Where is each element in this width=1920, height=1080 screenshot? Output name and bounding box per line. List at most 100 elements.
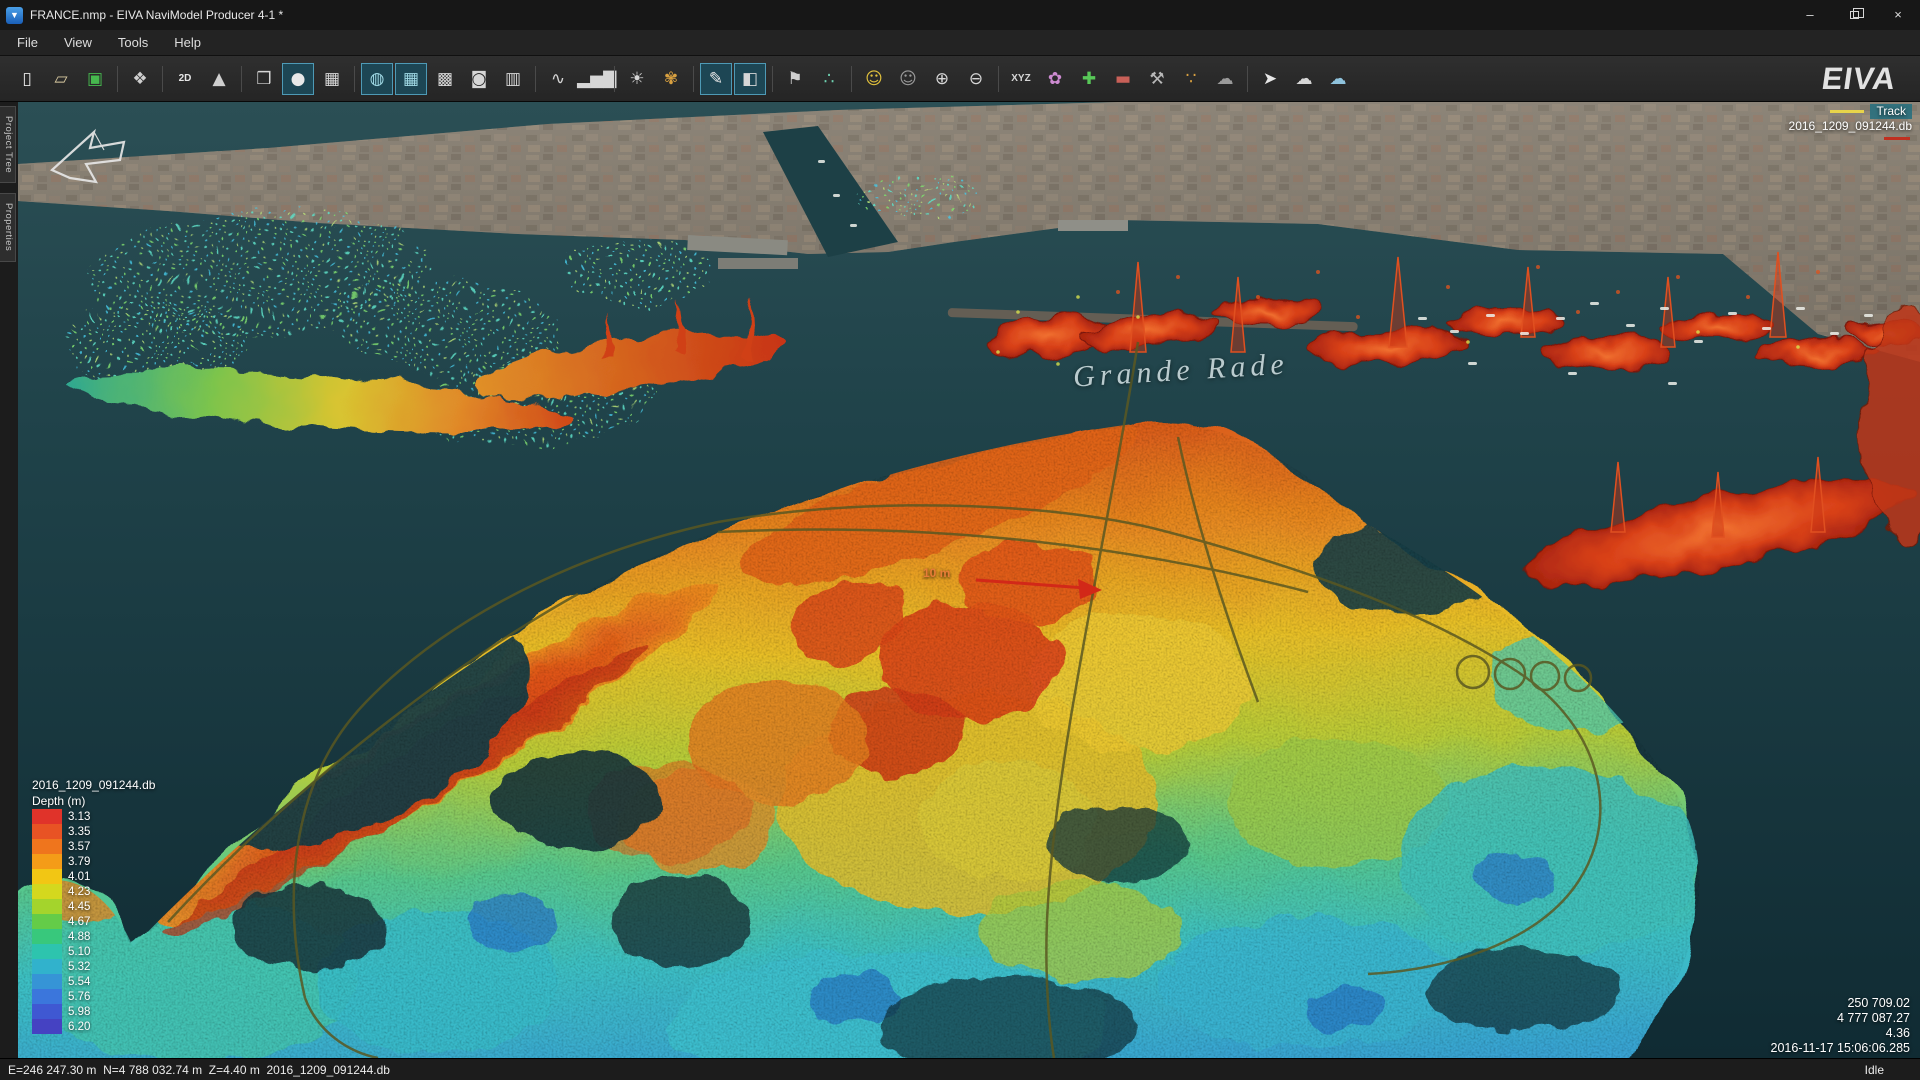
toolbar-separator [354,66,355,92]
minimize-button[interactable]: – [1788,0,1832,30]
legend-swatch [32,1004,62,1019]
restore-icon [1850,11,1859,19]
legend-rows: 3.133.353.573.794.014.234.454.674.885.10… [32,809,155,1034]
legend-value: 4.45 [62,899,90,915]
screenshot-camera-button[interactable]: ◙ [463,63,495,95]
edit-surface-button[interactable]: ✎ [700,63,732,95]
toolbar-separator [998,66,999,92]
illumination-sun-button[interactable]: ☀ [621,63,653,95]
add-data-button[interactable]: ✚ [1073,63,1105,95]
toolbar-separator [851,66,852,92]
legend-value: 4.23 [62,884,90,900]
vessel-tool-button[interactable]: ⚒ [1141,63,1173,95]
export-xyz-button[interactable]: XYZ [1005,63,1037,95]
point-cloud-button[interactable]: ∴ [813,63,845,95]
reject-soundings-button[interactable]: ☺ [892,63,924,95]
colormap-process-button[interactable]: ✿ [1039,63,1071,95]
save-project-button[interactable]: ▣ [79,63,111,95]
side-tab-properties[interactable]: Properties [0,193,16,261]
open-project-button[interactable]: ▱ [45,63,77,95]
cloud-lasso-button[interactable]: ☁ [1322,63,1354,95]
grid-overlay-button[interactable]: ▦ [395,63,427,95]
legend-swatch [32,809,62,824]
legend-row: 3.13 [32,809,155,824]
shade-mode-button[interactable]: ◧ [734,63,766,95]
cell-matrix-button[interactable]: ▩ [429,63,461,95]
readout-easting: 250 709.02 [1771,996,1910,1011]
legend-swatch [32,854,62,869]
view-2d-button[interactable]: 2D [169,63,201,95]
label-tag-button[interactable]: ⚑ [779,63,811,95]
legend-swatch [32,959,62,974]
cluster-settings-button[interactable]: ∵ [1175,63,1207,95]
menu-tools[interactable]: Tools [105,32,161,53]
globe-overlay-button[interactable]: ◍ [361,63,393,95]
legend-row: 5.10 [32,944,155,959]
track-color-dash [1830,110,1864,113]
cloud-compute-button[interactable]: ☁ [1288,63,1320,95]
legend-value: 5.10 [62,944,90,960]
track-panel: Track 2016_1209_091244.db [1789,104,1912,140]
window-controls: – × [1788,0,1920,30]
legend-row: 5.76 [32,989,155,1004]
cursor-readout: 250 709.02 4 777 087.27 4.36 2016-11-17 … [1771,996,1910,1056]
readout-depth: 4.36 [1771,1026,1910,1041]
track-node-label[interactable]: Track [1870,104,1912,119]
legend-value: 5.32 [62,959,90,975]
menu-view[interactable]: View [51,32,105,53]
toolbar: ▯▱▣❖2D▲❒●▦◍▦▩◙▥∿▂▅▇☀✾✎◧⚑∴☺☺⊕⊖XYZ✿✚▬⚒∵☁➤☁… [0,56,1920,102]
accept-soundings-button[interactable]: ☺ [858,63,890,95]
sphere-shading-button[interactable]: ● [282,63,314,95]
legend-swatch [32,929,62,944]
viewport-3d[interactable]: Track 2016_1209_091244.db Grande Rade 10… [18,102,1920,1058]
grid-display-button[interactable]: ▦ [316,63,348,95]
track-file-label: 2016_1209_091244.db [1789,119,1912,134]
toolbar-separator [1247,66,1248,92]
toolbar-separator [117,66,118,92]
legend-row: 3.57 [32,839,155,854]
histogram-chart-button[interactable]: ▂▅▇ [576,63,608,95]
side-tab-strip: Project Tree Properties [0,102,18,1058]
readout-northing: 4 777 087.27 [1771,1011,1910,1026]
plumb-marker-button[interactable]: ▲ [203,63,235,95]
legend-row: 6.20 [32,1019,155,1034]
legend-title: Depth (m) [32,793,155,809]
close-button[interactable]: × [1876,0,1920,30]
legend-value: 4.88 [62,929,90,945]
legend-value: 4.67 [62,914,90,930]
profile-waveform-button[interactable]: ∿ [542,63,574,95]
legend-value: 3.57 [62,839,90,855]
legend-value: 3.35 [62,824,90,840]
menu-help[interactable]: Help [161,32,214,53]
toolbar-separator [162,66,163,92]
select-cursor-button[interactable]: ➤ [1254,63,1286,95]
legend-swatch [32,824,62,839]
legend-row: 4.67 [32,914,155,929]
remove-point-button[interactable]: ⊖ [960,63,992,95]
menu-file[interactable]: File [4,32,51,53]
cloud-filter-button[interactable]: ☁ [1209,63,1241,95]
connect-io-button[interactable]: ❖ [124,63,156,95]
new-project-button[interactable]: ▯ [11,63,43,95]
legend-swatch [32,914,62,929]
window-title: FRANCE.nmp - EIVA NaviModel Producer 4-1… [30,8,283,22]
view-3d-cube-button[interactable]: ❒ [248,63,280,95]
legend-swatch [32,944,62,959]
status-state: Idle [1865,1063,1912,1077]
legend-swatch [32,989,62,1004]
add-point-button[interactable]: ⊕ [926,63,958,95]
maximize-restore-button[interactable] [1832,0,1876,30]
toolbar-buttons: ▯▱▣❖2D▲❒●▦◍▦▩◙▥∿▂▅▇☀✾✎◧⚑∴☺☺⊕⊖XYZ✿✚▬⚒∵☁➤☁… [10,63,1355,95]
scale-ruler-button[interactable]: ▥ [497,63,529,95]
toolbar-separator [241,66,242,92]
legend-swatch [32,899,62,914]
menubar: FileViewToolsHelp [0,30,1920,56]
remove-data-button[interactable]: ▬ [1107,63,1139,95]
legend-row: 3.35 [32,824,155,839]
legend-row: 4.45 [32,899,155,914]
legend-swatch [32,839,62,854]
color-palette-button[interactable]: ✾ [655,63,687,95]
toolbar-separator [614,66,615,92]
side-tab-project-tree[interactable]: Project Tree [0,106,16,183]
legend-swatch [32,1019,62,1034]
